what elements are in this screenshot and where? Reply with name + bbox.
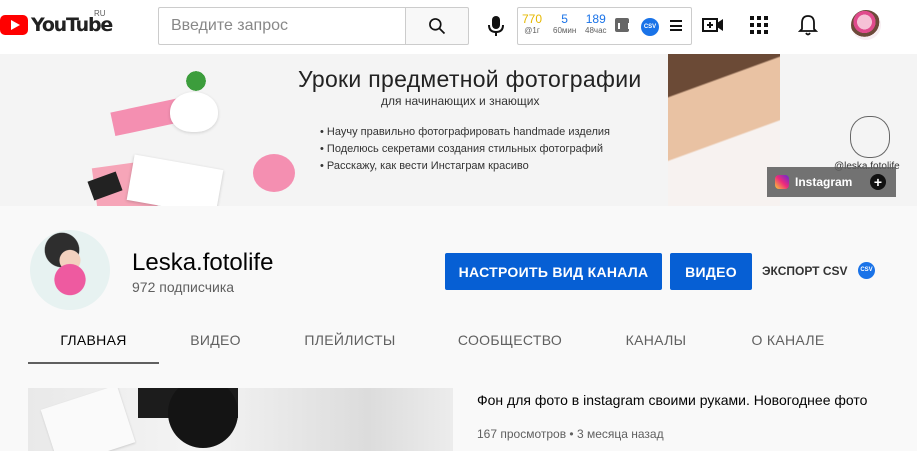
menu-icon[interactable] — [670, 20, 682, 31]
instagram-icon — [775, 175, 789, 189]
search-box — [158, 7, 406, 45]
bar-chart-icon[interactable] — [615, 18, 630, 32]
search-icon — [429, 18, 446, 35]
instagram-link[interactable]: Instagram — [767, 167, 860, 197]
stat-views-year: 770 @1г — [522, 12, 542, 36]
search-input[interactable] — [159, 8, 406, 44]
customize-channel-button[interactable]: НАСТРОИТЬ ВИД КАНАЛА — [445, 253, 662, 290]
channel-avatar[interactable] — [30, 230, 110, 310]
featured-video-thumbnail[interactable] — [28, 388, 453, 451]
extension-badge: CSV — [858, 262, 875, 279]
logo-region: RU — [94, 9, 106, 18]
stat-label: @1г — [524, 26, 540, 35]
banner-decoration — [253, 154, 295, 192]
featured-video-meta: 167 просмотров • 3 месяца назад — [477, 427, 664, 441]
thumbnail-decoration — [40, 388, 136, 451]
voice-search-button[interactable] — [478, 8, 514, 44]
stat-views-60min: 5 60мин — [553, 12, 576, 36]
stat-value: 770 — [522, 12, 543, 26]
stat-views-48h: 189 48час — [585, 12, 607, 36]
banner-bullet: Научу правильно фотографировать handmade… — [320, 124, 610, 141]
banner-bullet: Поделюсь секретами создания стильных фот… — [320, 141, 610, 158]
banner-decoration — [184, 68, 208, 94]
microphone-icon — [488, 16, 504, 36]
tab-channels[interactable]: КАНАЛЫ — [610, 319, 702, 364]
extension-badge[interactable]: CSV — [641, 18, 659, 36]
plus-icon: + — [870, 174, 886, 190]
channel-content: Фон для фото в instagram своими руками. … — [0, 364, 917, 451]
stat-label: 48час — [585, 26, 607, 35]
banner-title: Уроки предметной фотографии — [298, 66, 642, 92]
create-video-button[interactable] — [700, 12, 726, 38]
stat-value: 5 — [561, 12, 568, 26]
add-link-button[interactable]: + — [860, 167, 896, 197]
channel-name: Leska.fotolife — [132, 249, 274, 276]
apps-grid-icon — [750, 16, 768, 34]
stat-label: 60мин — [553, 26, 577, 35]
banner-decoration — [126, 154, 224, 206]
banner-decoration — [170, 92, 218, 132]
sketch-illustration — [850, 116, 890, 158]
featured-video-title[interactable]: Фон для фото в instagram своими руками. … — [477, 392, 867, 408]
subscriber-count: 972 подписчика — [132, 279, 235, 295]
youtube-logo[interactable]: YouTube RU — [0, 9, 113, 37]
channel-header: Leska.fotolife 972 подписчика НАСТРОИТЬ … — [0, 206, 917, 364]
manage-videos-button[interactable]: ВИДЕО — [670, 253, 752, 290]
stats-extension-panel: 770 @1г 5 60мин 189 48час CSV — [517, 7, 692, 45]
top-bar: YouTube RU 770 @1г 5 60мин 189 48час CSV — [0, 0, 917, 54]
tab-community[interactable]: СООБЩЕСТВО — [446, 319, 574, 364]
banner-bullet: Расскажу, как вести Инстаграм красиво — [320, 158, 610, 175]
tab-home[interactable]: ГЛАВНАЯ — [28, 319, 159, 364]
account-avatar[interactable] — [851, 10, 881, 40]
video-camera-plus-icon — [702, 18, 723, 32]
apps-button[interactable] — [746, 12, 772, 38]
channel-banner: Уроки предметной фотографии для начинающ… — [0, 54, 917, 206]
tab-playlists[interactable]: ПЛЕЙЛИСТЫ — [290, 319, 410, 364]
search-button[interactable] — [405, 7, 469, 45]
banner-subtitle: для начинающих и знающих — [381, 94, 540, 108]
tab-videos[interactable]: ВИДЕО — [173, 319, 258, 364]
banner-portrait — [668, 54, 780, 206]
bell-icon — [798, 15, 818, 36]
stat-value: 189 — [585, 12, 606, 26]
youtube-play-icon — [0, 15, 28, 35]
banner-bullets: Научу правильно фотографировать handmade… — [320, 124, 610, 175]
instagram-label: Instagram — [795, 175, 853, 189]
tab-about[interactable]: О КАНАЛЕ — [736, 319, 840, 364]
export-csv-button[interactable]: ЭКСПОРТ CSV — [762, 264, 848, 278]
thumbnail-decoration — [168, 388, 238, 448]
notifications-button[interactable] — [795, 12, 821, 38]
